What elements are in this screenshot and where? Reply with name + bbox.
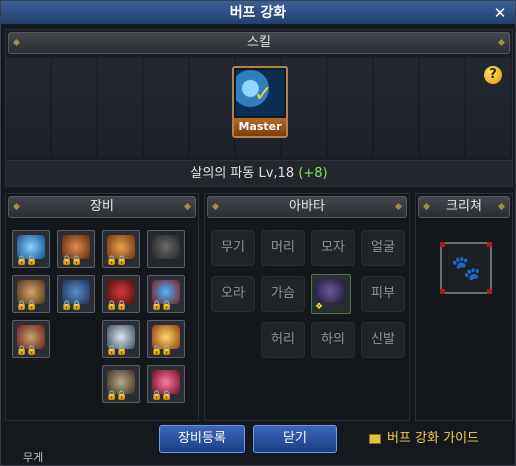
equip-slot[interactable]: 🔒 🔒 (12, 320, 50, 358)
avatar-panel: 아바타 무기 머리 모자 얼굴 오라 가슴 ❖ 피부 허리 하의 신발 (204, 193, 410, 421)
equip-slot[interactable]: 🔒 🔒 (147, 365, 185, 403)
lock-icon: 🔒 (116, 256, 128, 266)
paw-icon: 🐾 (451, 254, 481, 282)
skill-header: 스킬 (8, 32, 510, 54)
lock-icon: 🔒 (116, 301, 128, 311)
avatar-slot-chest[interactable]: 가슴 (261, 276, 305, 312)
medal-item-icon (152, 235, 180, 259)
avatar-top-item-icon (316, 279, 344, 303)
equip-slot[interactable]: 🔒 🔒 (102, 365, 140, 403)
corner-decoration (487, 289, 492, 294)
avatar-slot-skin[interactable]: 피부 (361, 276, 405, 312)
equip-slot[interactable]: 🔒 🔒 (12, 275, 50, 313)
lock-icon: 🔒 (161, 301, 173, 311)
lock-icon: 🔒 (26, 301, 38, 311)
guide-label: 버프 강화 가이드 (387, 431, 479, 446)
avatar-slot-face[interactable]: 얼굴 (361, 230, 405, 266)
corner-decoration (487, 242, 492, 247)
lock-icon: 🔒 (116, 391, 128, 401)
equip-slot[interactable]: 🔒 🔒 (12, 230, 50, 268)
avatar-slot-top-equipped[interactable]: ❖ (311, 274, 351, 314)
lock-icon: 🔒 (26, 346, 38, 356)
guide-book-icon (369, 433, 381, 444)
buff-guide-link[interactable]: 버프 강화 가이드 (369, 431, 479, 447)
skill-section: 스킬 ✓ Master ? 살의의 파동 Lv,18 (+8) (5, 29, 513, 187)
link-icon: ❖ (315, 302, 324, 312)
lock-icon: 🔒 (71, 256, 83, 266)
lock-icon: 🔒 (71, 301, 83, 311)
equip-slot[interactable]: 🔒 🔒 (102, 320, 140, 358)
equip-slot[interactable]: 🔒 🔒 (147, 275, 185, 313)
equip-header: 장비 (8, 196, 196, 218)
equip-slot[interactable]: 🔒 🔒 (57, 275, 95, 313)
master-badge: Master (234, 118, 286, 136)
lock-icon: 🔒 (161, 346, 173, 356)
avatar-header: 아바타 (207, 196, 407, 218)
avatar-slot-waist[interactable]: 허리 (261, 322, 305, 358)
close-button[interactable]: 닫기 (253, 425, 337, 453)
avatar-slot-head[interactable]: 머리 (261, 230, 305, 266)
equip-slot[interactable]: 🔒 🔒 (102, 275, 140, 313)
skill-name: 살의의 파동 Lv,18 (190, 166, 295, 181)
equip-panel: 장비 🔒 🔒 🔒 🔒 🔒 🔒 🔒 🔒 🔒 🔒 🔒 🔒 🔒 🔒 🔒 🔒 🔒 🔒 🔒… (5, 193, 199, 421)
corner-decoration (440, 242, 445, 247)
buff-enhance-window: 버프 강화 ✕ 스킬 ✓ Master ? 살의의 파동 Lv,18 (+8) … (0, 0, 516, 466)
avatar-slot-aura[interactable]: 오라 (211, 276, 255, 312)
window-title: 버프 강화 (229, 5, 287, 21)
help-icon[interactable]: ? (484, 66, 502, 84)
avatar-slot-hat[interactable]: 모자 (311, 230, 355, 266)
checkmark-icon: ✓ (254, 82, 273, 107)
creature-slot[interactable]: 🐾 (440, 242, 492, 294)
corner-decoration (440, 289, 445, 294)
equip-slot[interactable]: 🔒 🔒 (57, 230, 95, 268)
title-bar: 버프 강화 ✕ (1, 1, 515, 25)
equip-slot[interactable] (147, 230, 185, 268)
lock-icon: 🔒 (161, 391, 173, 401)
equip-slot[interactable]: 🔒 🔒 (102, 230, 140, 268)
skill-bonus: (+8) (298, 166, 328, 181)
lock-icon: 🔒 (26, 256, 38, 266)
creature-header: 크리쳐 (418, 196, 510, 218)
creature-panel: 크리쳐 🐾 (415, 193, 513, 421)
avatar-slot-pants[interactable]: 하의 (311, 322, 355, 358)
avatar-slot-weapon[interactable]: 무기 (211, 230, 255, 266)
weight-label: 무게 (23, 451, 44, 464)
equip-slot[interactable]: 🔒 🔒 (147, 320, 185, 358)
skill-icon[interactable]: ✓ Master (232, 66, 288, 138)
lock-icon: 🔒 (116, 346, 128, 356)
register-equipment-button[interactable]: 장비등록 (159, 425, 245, 453)
avatar-slot-shoes[interactable]: 신발 (361, 322, 405, 358)
close-icon[interactable]: ✕ (491, 4, 509, 22)
skill-level-line: 살의의 파동 Lv,18 (+8) (6, 160, 512, 186)
